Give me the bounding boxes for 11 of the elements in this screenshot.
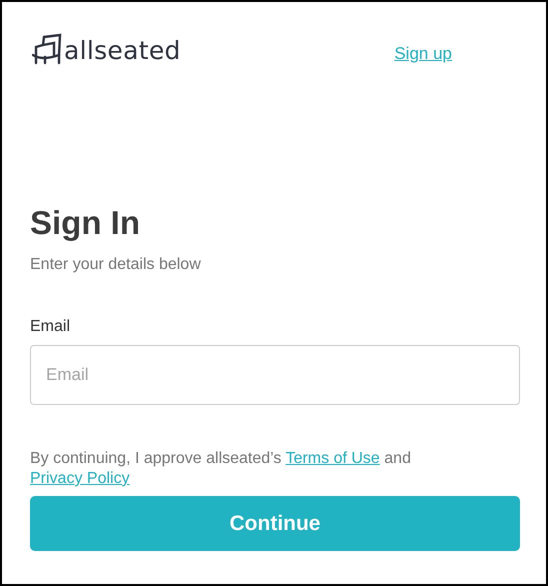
chair-icon	[32, 33, 62, 65]
sign-up-link[interactable]: Sign up	[394, 44, 452, 64]
subtitle: Enter your details below	[30, 255, 202, 275]
page-title: Sign In	[30, 203, 141, 243]
field-label: Email	[30, 317, 72, 337]
link[interactable]: Terms of Use	[286, 450, 380, 467]
logo-text: allseated	[64, 37, 181, 65]
consent-text: By continuing, I approve allseated’s Terms of Use and Privacy Policy	[30, 449, 412, 489]
link[interactable]: Privacy Policy	[30, 470, 130, 487]
continue-button[interactable]: Continue	[30, 496, 520, 551]
email-field[interactable]: Email	[30, 345, 520, 405]
